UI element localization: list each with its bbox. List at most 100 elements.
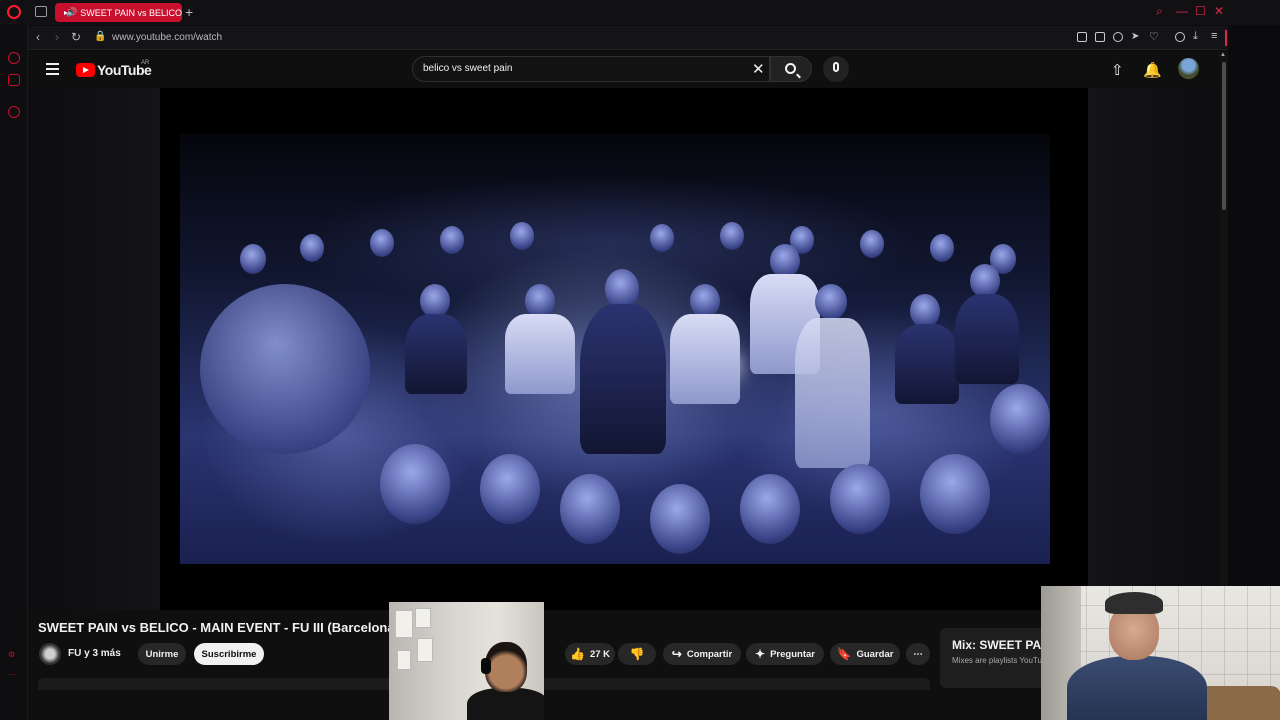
bookmark-save-icon: 🔖	[836, 647, 852, 661]
ask-button[interactable]: ✦ Preguntar	[746, 643, 824, 665]
more-icon: ⋯	[913, 648, 923, 660]
youtube-play-icon	[76, 63, 95, 77]
crowd-head	[380, 444, 450, 524]
headset-icon	[481, 658, 491, 674]
country-code: AR	[141, 60, 150, 66]
crowd-head	[910, 294, 940, 328]
subscribe-button[interactable]: Suscribirme	[194, 643, 264, 665]
channel-name[interactable]: FU y 3 más	[68, 648, 121, 659]
ask-label: Preguntar	[770, 648, 815, 660]
crowd-head-blurred	[200, 284, 370, 454]
bookmark-icon[interactable]	[1077, 32, 1087, 42]
battler-body	[795, 318, 870, 468]
search-query[interactable]: belico vs sweet pain	[423, 63, 513, 74]
crowd-head	[420, 284, 450, 318]
mic-icon	[833, 62, 839, 72]
crowd-head	[370, 229, 394, 257]
forward-icon[interactable]: ›	[55, 30, 59, 44]
easy-setup-icon[interactable]: ≡	[1211, 30, 1221, 42]
share-button[interactable]: ↪ Compartir	[663, 643, 741, 665]
lock-icon[interactable]: 🔒	[94, 31, 106, 42]
youtube-favicon-icon	[61, 9, 69, 16]
crowd-head	[560, 474, 620, 544]
crowd-body	[505, 314, 575, 394]
crowd-head	[650, 484, 710, 554]
browser-tab-active[interactable]: 🔊 SWEET PAIN vs BELICO	[55, 3, 182, 22]
clock-icon[interactable]	[8, 106, 20, 118]
opera-sidebar	[0, 25, 28, 720]
crowd-head	[970, 264, 1000, 298]
clear-search-icon[interactable]: ✕	[752, 60, 765, 78]
crowd-head	[690, 284, 720, 318]
crowd-head	[720, 222, 744, 250]
webcam-overlay-right	[1041, 586, 1280, 720]
send-icon[interactable]: ➤	[1131, 31, 1141, 42]
save-label: Guardar	[856, 648, 894, 660]
battler-body	[580, 304, 666, 454]
snapshot-icon[interactable]	[1095, 32, 1105, 42]
like-count: 27 K	[589, 648, 611, 660]
opera-logo-icon[interactable]	[7, 5, 21, 19]
vpn-shield-icon[interactable]	[1113, 32, 1123, 42]
crowd-head	[240, 244, 266, 274]
upload-icon[interactable]: ⇧	[1111, 61, 1124, 79]
crowd-head	[930, 234, 954, 262]
sparkle-icon: ✦	[755, 647, 766, 661]
crowd-head	[860, 230, 884, 258]
channel-avatar[interactable]	[39, 643, 61, 665]
heart-icon[interactable]: ♡	[1149, 30, 1159, 43]
minimize-button[interactable]: —	[1176, 4, 1188, 18]
bell-icon[interactable]: 🔔	[1143, 61, 1162, 79]
url-field[interactable]: www.youtube.com/watch	[112, 32, 222, 43]
streamer-torso	[1067, 656, 1207, 720]
scroll-up-arrow[interactable]: ▲	[1220, 52, 1226, 58]
extensions-icon[interactable]	[8, 74, 20, 86]
ambient-right	[1088, 88, 1220, 610]
search-tabs-icon[interactable]: ⌕	[1156, 4, 1163, 19]
scrollbar-thumb[interactable]	[1222, 62, 1226, 210]
wall-poster	[397, 650, 411, 670]
crowd-head	[480, 454, 540, 524]
search-button[interactable]	[770, 56, 812, 82]
tab-islands-icon[interactable]	[35, 6, 47, 17]
like-button[interactable]: 👍 27 K	[565, 643, 615, 665]
voice-search-button[interactable]	[823, 56, 849, 82]
share-label: Compartir	[686, 648, 733, 660]
webcam-overlay-left	[389, 602, 544, 720]
crowd-head	[830, 464, 890, 534]
video-player[interactable]	[160, 88, 1088, 610]
share-icon: ↪	[671, 647, 682, 661]
video-title: SWEET PAIN vs BELICO - MAIN EVENT - FU I…	[38, 620, 399, 635]
crowd-head	[650, 224, 674, 252]
streamer-head	[485, 642, 527, 692]
save-button[interactable]: 🔖 Guardar	[830, 643, 900, 665]
profile-icon[interactable]	[1175, 32, 1185, 42]
crowd-body	[955, 294, 1019, 384]
thumbs-down-icon: 👎	[629, 647, 645, 661]
sidebar-more-icon[interactable]: ⋯	[8, 670, 16, 679]
sidebar-settings-icon[interactable]: ⚙	[8, 650, 15, 659]
account-avatar[interactable]	[1178, 58, 1199, 79]
join-button[interactable]: Unirme	[138, 643, 186, 665]
crowd-body	[670, 314, 740, 404]
battler-head	[605, 269, 639, 309]
hamburger-icon[interactable]	[46, 63, 59, 78]
more-actions-button[interactable]: ⋯	[906, 643, 930, 665]
wall-poster	[395, 610, 413, 638]
sidebar-toggle-indicator	[1225, 30, 1227, 46]
history-icon[interactable]	[8, 52, 20, 64]
crowd-head	[525, 284, 555, 318]
crowd-head	[300, 234, 324, 262]
reload-icon[interactable]: ↻	[71, 30, 81, 44]
crowd-head	[740, 474, 800, 544]
download-icon[interactable]: ⤓	[1193, 30, 1203, 42]
dislike-button[interactable]: 👎	[618, 643, 656, 665]
crowd-head	[440, 226, 464, 254]
wall-poster	[415, 608, 431, 628]
maximize-button[interactable]: ☐	[1195, 4, 1206, 18]
crowd-head	[920, 454, 990, 534]
streamer-body	[467, 688, 544, 720]
close-window-button[interactable]: ✕	[1214, 4, 1224, 18]
new-tab-button[interactable]: +	[185, 4, 193, 20]
back-icon[interactable]: ‹	[36, 30, 40, 44]
